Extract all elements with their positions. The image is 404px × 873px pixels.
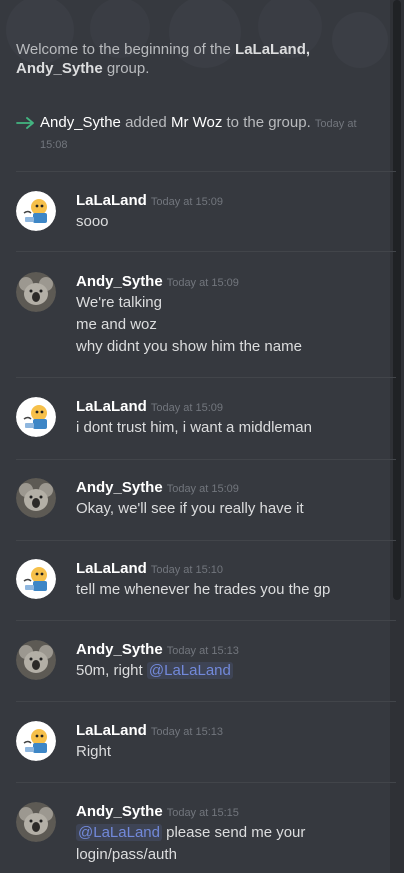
message-text: tell me whenever he trades you the gp [76,581,331,598]
message-text: login/pass/auth [76,846,177,863]
koala-avatar[interactable] [16,478,56,518]
message-author[interactable]: LaLaLand [76,560,147,577]
message-text: why didnt you show him the name [76,338,302,355]
message-text: We're talking [76,294,162,311]
user-mention[interactable]: @LaLaLand [76,824,162,841]
message-timestamp: Today at 15:09 [150,196,224,208]
message-author[interactable]: Andy_Sythe [76,641,163,658]
message-group: LaLaLand Today at 15:13 Right [16,721,386,763]
message-divider [16,782,396,783]
message-divider [16,459,396,460]
system-verb: added [125,114,167,131]
chat-messages-pane: Welcome to the beginning of the LaLaLand… [0,0,404,873]
message-group: LaLaLand Today at 15:10 tell me whenever … [16,559,386,601]
message-author[interactable]: Andy_Sythe [76,273,163,290]
user-mention[interactable]: @LaLaLand [146,662,233,679]
message-text: me and woz [76,316,157,333]
lalaland-avatar[interactable] [16,559,56,599]
message-group: Andy_Sythe Today at 15:09 We're talking m… [16,272,386,358]
message-timestamp: Today at 15:15 [166,807,239,819]
message-text: Right [76,743,112,760]
welcome-suffix: group. [102,60,150,77]
koala-avatar[interactable] [16,802,56,842]
message-author[interactable]: Andy_Sythe [76,803,163,820]
group-welcome-text: Welcome to the beginning of the LaLaLand… [16,40,376,78]
message-timestamp: Today at 15:13 [150,726,224,738]
message-text: @LaLaLand please send me your [76,822,386,844]
koala-avatar[interactable] [16,640,56,680]
lalaland-avatar[interactable] [16,397,56,437]
message-group: Andy_Sythe Today at 15:15 @LaLaLand pleas… [16,802,386,866]
message-text: i dont trust him, i want a middleman [76,419,312,436]
lalaland-avatar[interactable] [16,721,56,761]
koala-avatar[interactable] [16,272,56,312]
scrollbar-thumb[interactable] [393,0,401,600]
message-text-fragment: 50m, right [76,662,147,679]
message-text-fragment: please send me your [161,824,306,841]
system-actor-name[interactable]: Andy_Sythe [40,114,121,131]
system-rest: to the group. [226,114,311,131]
message-text: 50m, right @LaLaLand [76,660,386,682]
message-timestamp: Today at 15:09 [166,277,239,289]
message-group: LaLaLand Today at 15:09 i dont trust him,… [16,397,386,439]
message-text: sooo [76,213,109,230]
message-divider [16,701,396,702]
system-message-member-added: Andy_Sythe added Mr Woz to the group. To… [16,113,376,155]
message-timestamp: Today at 15:13 [166,645,239,657]
message-author[interactable]: LaLaLand [76,192,147,209]
message-timestamp: Today at 15:10 [150,564,224,576]
lalaland-avatar[interactable] [16,191,56,231]
system-target-name[interactable]: Mr Woz [171,114,222,131]
message-author[interactable]: LaLaLand [76,722,147,739]
message-text: Okay, we'll see if you really have it [76,500,304,517]
message-divider [16,540,396,541]
message-timestamp: Today at 15:09 [150,402,224,414]
welcome-prefix: Welcome to the beginning of the [16,41,236,58]
message-group: LaLaLand Today at 15:09 sooo [16,191,386,233]
message-divider [16,377,396,378]
message-divider [16,171,396,172]
message-author[interactable]: Andy_Sythe [76,479,163,496]
message-author[interactable]: LaLaLand [76,398,147,415]
message-group: Andy_Sythe Today at 15:13 50m, right @LaL… [16,640,386,682]
message-group: Andy_Sythe Today at 15:09 Okay, we'll see… [16,478,386,520]
message-divider [16,251,396,252]
message-timestamp: Today at 15:09 [166,483,239,495]
join-arrow-icon [16,117,34,129]
message-divider [16,620,396,621]
scrollbar-track[interactable] [390,0,404,873]
